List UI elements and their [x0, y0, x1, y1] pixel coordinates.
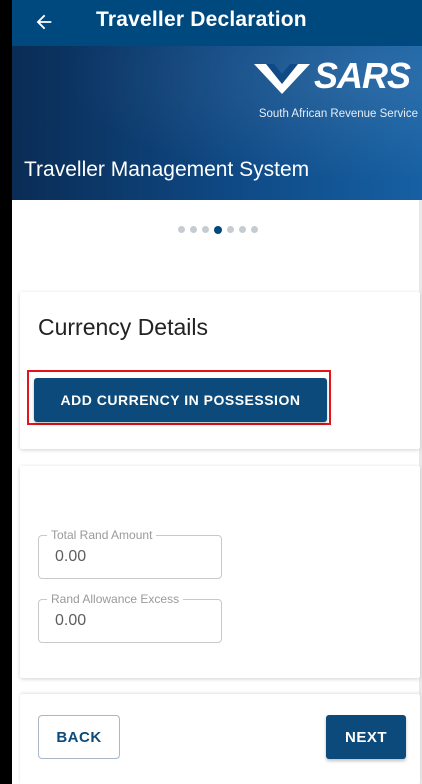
- screen-edge: [0, 0, 12, 784]
- sars-chevron-icon: [254, 64, 310, 94]
- sars-subtitle: South African Revenue Service: [258, 108, 418, 120]
- field-label: Rand Allowance Excess: [47, 592, 184, 606]
- next-button[interactable]: NEXT: [326, 715, 406, 759]
- total-rand-amount-value[interactable]: 0.00: [55, 548, 205, 566]
- app-bar: Traveller Declaration: [12, 0, 422, 46]
- back-button[interactable]: BACK: [38, 715, 120, 759]
- step-dot: [239, 226, 246, 233]
- sars-wordmark: SARS: [313, 55, 411, 96]
- step-indicator: [0, 225, 422, 234]
- system-title: Traveller Management System: [24, 158, 310, 181]
- rand-allowance-excess-field[interactable]: Rand Allowance Excess 0.00: [38, 592, 222, 643]
- section-title: Currency Details: [38, 314, 208, 340]
- sars-banner: SARS South African Revenue Service Trave…: [12, 46, 422, 200]
- currency-details-card: Currency Details ADD CURRENCY IN POSSESS…: [20, 292, 420, 449]
- navigation-bar: BACK NEXT: [20, 694, 420, 784]
- step-dot: [202, 226, 209, 233]
- back-arrow-icon[interactable]: [26, 4, 62, 40]
- app-screen: Traveller Declaration SARS South African…: [0, 0, 422, 784]
- rand-allowance-excess-value[interactable]: 0.00: [55, 612, 205, 630]
- total-rand-amount-field[interactable]: Total Rand Amount 0.00: [38, 528, 222, 579]
- field-label: Total Rand Amount: [47, 528, 157, 542]
- step-dot: [190, 226, 197, 233]
- amounts-card: Total Rand Amount 0.00 Rand Allowance Ex…: [20, 466, 420, 678]
- arrow-left-icon: [36, 14, 52, 30]
- page-title: Traveller Declaration: [96, 8, 307, 31]
- step-dot: [251, 226, 258, 233]
- step-dot-active: [214, 225, 222, 234]
- step-dot: [227, 226, 234, 233]
- step-dot: [178, 226, 185, 233]
- add-currency-button[interactable]: ADD CURRENCY IN POSSESSION: [34, 378, 327, 422]
